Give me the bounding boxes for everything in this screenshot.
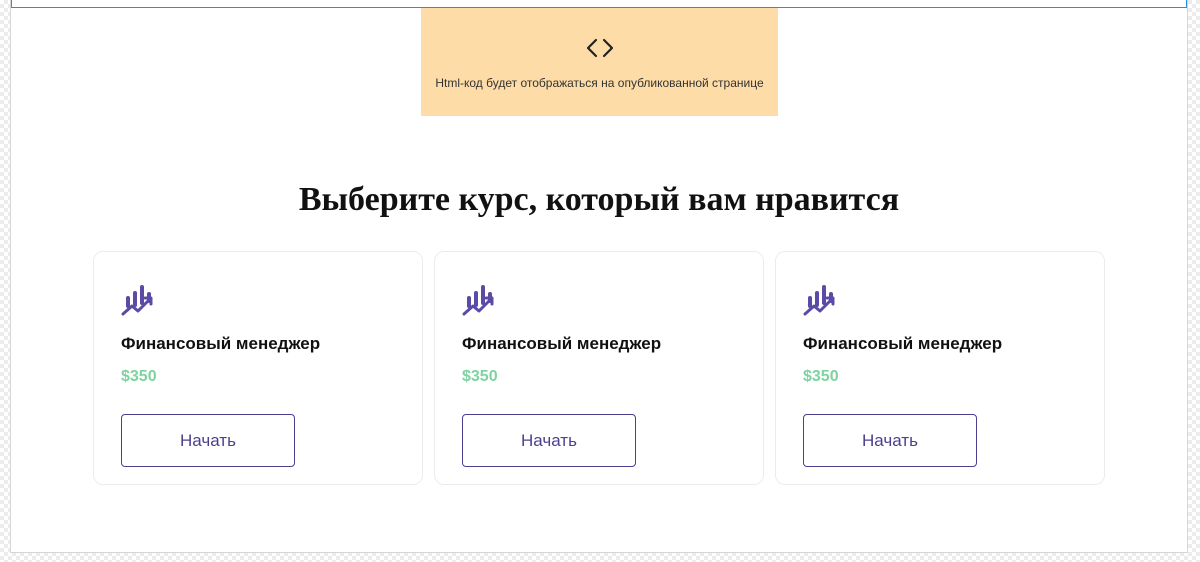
- embed-note: Html-код будет отображаться на опубликов…: [435, 76, 764, 90]
- start-button[interactable]: Начать: [462, 414, 636, 467]
- course-price: $350: [462, 368, 498, 385]
- course-price: $350: [803, 368, 839, 385]
- course-price: $350: [121, 368, 157, 385]
- chart-growth-icon: [120, 282, 160, 322]
- code-brackets-icon: [421, 37, 778, 59]
- course-title: Финансовый менеджер: [803, 334, 1003, 353]
- course-cards: Финансовый менеджер $350 Начать Финансов…: [93, 251, 1107, 485]
- course-card: Финансовый менеджер $350 Начать: [93, 251, 423, 485]
- course-card: Финансовый менеджер $350 Начать: [775, 251, 1105, 485]
- html-embed-placeholder[interactable]: Html-код будет отображаться на опубликов…: [421, 8, 778, 116]
- course-title: Финансовый менеджер: [121, 334, 321, 353]
- chart-growth-icon: [461, 282, 501, 322]
- page-canvas: Html-код будет отображаться на опубликов…: [10, 0, 1188, 553]
- start-button[interactable]: Начать: [121, 414, 295, 467]
- selected-block-outline[interactable]: [11, 0, 1187, 8]
- chart-growth-icon: [802, 282, 842, 322]
- page-title: Выберите курс, который вам нравится: [298, 181, 900, 218]
- course-card: Финансовый менеджер $350 Начать: [434, 251, 764, 485]
- course-title: Финансовый менеджер: [462, 334, 662, 353]
- start-button[interactable]: Начать: [803, 414, 977, 467]
